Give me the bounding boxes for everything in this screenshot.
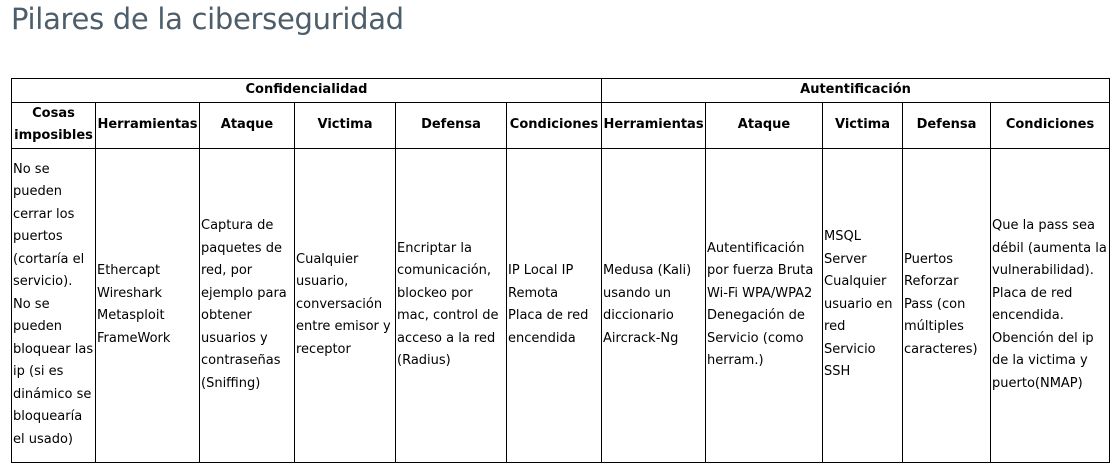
page-title: Pilares de la ciberseguridad	[11, 2, 404, 36]
table-cell: Que la pass sea débil (aumenta la vulner…	[990, 147, 1111, 463]
column-header: Condiciones	[990, 101, 1111, 149]
table-cell: IP Local IP Remota Placa de red encendid…	[505, 147, 603, 463]
table-cell: Puertos Reforzar Pass (con múltiples car…	[902, 147, 992, 463]
table-cell: MSQL Server Cualquier usuario en red Ser…	[822, 147, 904, 463]
column-header: Herramientas	[601, 101, 707, 149]
table-cell: Encriptar la comunicación, blockeo por m…	[395, 147, 507, 463]
table-row: No se pueden cerrar los puertos (cortarí…	[11, 147, 1111, 463]
table-cell: No se pueden cerrar los puertos (cortarí…	[11, 147, 96, 463]
column-header: Defensa	[395, 101, 507, 149]
column-header: Victima	[294, 101, 396, 149]
column-header: Herramientas	[95, 101, 200, 149]
column-header: Defensa	[902, 101, 992, 149]
group-header-autentificacion: Autentificación	[601, 78, 1111, 103]
table-cell: Medusa (Kali) usando un diccionario Airc…	[601, 147, 707, 463]
group-header-row: Confidencialidad Autentificación	[10, 78, 1111, 103]
table-cell: Cualquier usuario, conversación entre em…	[294, 147, 396, 463]
column-header: Ataque	[199, 101, 295, 149]
pillars-table: Confidencialidad Autentificación Cosas i…	[10, 78, 1111, 463]
column-header: Ataque	[705, 101, 824, 149]
column-header: Victima	[822, 101, 904, 149]
table-cell: Ethercapt Wireshark Metasploit FrameWork	[95, 147, 200, 463]
group-header-confidencialidad: Confidencialidad	[10, 78, 603, 103]
column-header: Cosas imposibles	[11, 101, 96, 149]
column-header: Condiciones	[505, 101, 603, 149]
table-cell: Captura de paquetes de red, por ejemplo …	[199, 147, 295, 463]
table-cell: Autentificación por fuerza Bruta Wi-Fi W…	[705, 147, 824, 463]
column-header-row: Cosas imposibles Herramientas Ataque Vic…	[11, 101, 1111, 149]
